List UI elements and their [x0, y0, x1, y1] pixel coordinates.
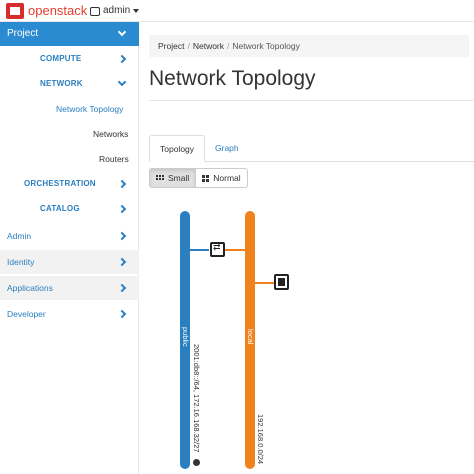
- divider: [149, 100, 474, 101]
- tab-graph[interactable]: Graph: [205, 135, 249, 162]
- normal-button[interactable]: Normal: [196, 168, 248, 188]
- size-toggle: Small Normal: [149, 168, 248, 188]
- sidebar-item-label: Networks: [93, 129, 129, 139]
- router-local-link: [225, 249, 245, 251]
- sidebar-item-compute[interactable]: COMPUTE: [0, 49, 139, 69]
- sidebar-item-project[interactable]: Project: [0, 22, 139, 46]
- sidebar-item-label: CATALOG: [40, 204, 80, 213]
- main-content: Project / Network / Network Topology Network…: [139, 22, 474, 474]
- small-button[interactable]: Small: [149, 168, 197, 188]
- globe-icon: [193, 459, 200, 466]
- network-cidr: 2001:db8::/64, 172.16.168.32/27: [192, 344, 201, 453]
- breadcrumb: Project / Network / Network Topology: [149, 35, 469, 57]
- sidebar-item-developer[interactable]: Developer: [0, 302, 139, 326]
- user-menu-label: admin: [103, 5, 131, 16]
- network-name: public: [181, 327, 190, 347]
- chevron-right-icon: [117, 179, 127, 189]
- openstack-logo[interactable]: openstack: [6, 3, 88, 19]
- normal-button-label: Normal: [213, 173, 241, 183]
- sidebar-item-network[interactable]: NETWORK: [0, 74, 139, 94]
- router-public-link: [190, 249, 209, 251]
- sidebar-item-admin[interactable]: Admin: [0, 224, 139, 248]
- sidebar-item-label: Applications: [7, 283, 53, 293]
- sidebar: Project COMPUTE NETWORK Network Topology…: [0, 22, 139, 474]
- chevron-down-icon: [117, 27, 127, 37]
- sidebar-item-catalog[interactable]: CATALOG: [0, 199, 139, 219]
- page-title: Network Topology: [149, 67, 316, 90]
- sidebar-item-label: Project: [7, 28, 39, 39]
- user-menu[interactable]: admin: [90, 4, 140, 18]
- breadcrumb-network[interactable]: Network: [193, 41, 224, 51]
- breadcrumb-separator: /: [187, 41, 190, 51]
- instance-local-link: [255, 282, 274, 284]
- th-large-icon: [202, 174, 211, 182]
- tab-topology[interactable]: Topology: [149, 135, 206, 162]
- network-name: local: [246, 329, 255, 345]
- sidebar-item-identity[interactable]: Identity: [0, 250, 139, 274]
- chevron-down-icon: [117, 77, 127, 87]
- sidebar-item-label: ORCHESTRATION: [24, 179, 96, 188]
- sidebar-item-applications[interactable]: Applications: [0, 276, 139, 300]
- sidebar-item-label: Identity: [7, 257, 35, 267]
- router-icon[interactable]: [210, 242, 225, 257]
- chevron-right-icon: [117, 309, 127, 319]
- sidebar-item-label: Admin: [7, 231, 32, 241]
- chevron-right-icon: [117, 204, 127, 214]
- breadcrumb-current: Network Topology: [232, 41, 300, 51]
- instance-icon[interactable]: [274, 274, 289, 290]
- sidebar-item-label: Routers: [99, 154, 129, 164]
- sidebar-item-network-topology[interactable]: Network Topology: [0, 99, 139, 119]
- sidebar-item-routers[interactable]: Routers: [0, 149, 139, 169]
- openstack-logo-icon: [6, 3, 24, 19]
- chevron-right-icon: [117, 54, 127, 64]
- top-navbar: openstack admin: [0, 0, 474, 22]
- sidebar-item-label: Developer: [7, 309, 46, 319]
- chevron-right-icon: [117, 283, 127, 293]
- network-cidr: 192.168.0.0/24: [256, 414, 265, 465]
- chevron-right-icon: [117, 231, 127, 241]
- sidebar-item-orchestration[interactable]: ORCHESTRATION: [0, 174, 139, 194]
- caret-down-icon: [133, 9, 140, 13]
- th-icon: [156, 174, 165, 182]
- user-icon: [90, 6, 100, 16]
- topology-canvas: public 2001:db8::/64, 172.16.168.32/27 l…: [139, 192, 474, 474]
- sidebar-item-networks[interactable]: Networks: [0, 124, 139, 144]
- sidebar-item-label: Network Topology: [56, 104, 124, 114]
- view-tabs: Topology Graph: [149, 135, 474, 162]
- sidebar-item-label: COMPUTE: [40, 54, 82, 63]
- sidebar-item-label: NETWORK: [40, 79, 83, 88]
- chevron-right-icon: [117, 257, 127, 267]
- brand-name: openstack: [28, 3, 88, 18]
- breadcrumb-project[interactable]: Project: [158, 41, 184, 51]
- small-button-label: Small: [168, 173, 190, 183]
